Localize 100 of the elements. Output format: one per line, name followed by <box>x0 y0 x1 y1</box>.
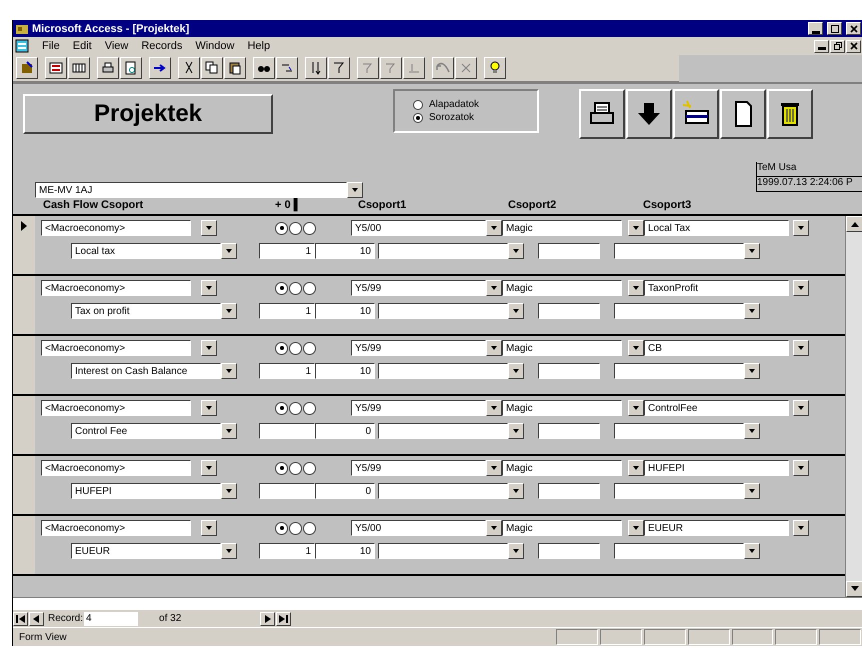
toolbar-button[interactable] <box>357 57 379 79</box>
input-field[interactable] <box>259 483 315 499</box>
dropdown-button[interactable] <box>793 280 809 296</box>
dropdown-button[interactable] <box>201 520 217 536</box>
radio-button[interactable] <box>289 462 302 474</box>
dropdown-button[interactable] <box>508 243 524 259</box>
vertical-scrollbar[interactable] <box>845 216 862 597</box>
toolbar-button[interactable] <box>720 89 766 139</box>
radio-button[interactable] <box>303 222 316 234</box>
input-field[interactable]: 1 <box>259 303 315 319</box>
menu-item[interactable]: View <box>104 40 128 52</box>
dropdown-button[interactable] <box>221 483 237 499</box>
toolbar-button[interactable] <box>16 57 38 79</box>
dropdown-button[interactable] <box>508 303 524 319</box>
next-record-button[interactable] <box>260 612 276 626</box>
input-field[interactable]: Tax on profit <box>71 303 221 319</box>
dropdown-button[interactable] <box>221 243 237 259</box>
toolbar-button[interactable] <box>68 57 90 79</box>
toolbar-button[interactable] <box>403 57 425 79</box>
dropdown-button[interactable] <box>793 460 809 476</box>
minimize-button[interactable] <box>808 22 823 35</box>
radio-button[interactable] <box>289 282 302 294</box>
input-field[interactable] <box>538 363 600 379</box>
input-field[interactable]: Local tax <box>71 243 221 259</box>
dropdown-button[interactable] <box>628 220 644 236</box>
input-field[interactable] <box>538 423 600 439</box>
projects-button[interactable]: Projektek <box>23 94 273 134</box>
dropdown-button[interactable] <box>486 400 502 416</box>
scroll-down-button[interactable] <box>846 581 862 597</box>
dropdown-button[interactable] <box>486 220 502 236</box>
input-field[interactable] <box>378 543 508 559</box>
input-field[interactable] <box>538 303 600 319</box>
toolbar-button[interactable] <box>201 57 223 79</box>
input-field[interactable]: EUEUR <box>71 543 221 559</box>
dropdown-button[interactable] <box>744 363 760 379</box>
radio-button[interactable] <box>303 402 316 414</box>
dropdown-button[interactable] <box>744 303 760 319</box>
dropdown-button[interactable] <box>201 400 217 416</box>
radio-button[interactable] <box>303 282 316 294</box>
input-field[interactable] <box>538 483 600 499</box>
input-field[interactable]: ControlFee <box>644 400 789 416</box>
dropdown-button[interactable] <box>744 423 760 439</box>
input-field[interactable] <box>378 303 508 319</box>
close-button[interactable] <box>846 22 861 35</box>
dropdown-button[interactable] <box>744 483 760 499</box>
toolbar-button[interactable] <box>626 89 672 139</box>
toolbar-button[interactable] <box>276 57 298 79</box>
dropdown-button[interactable] <box>221 303 237 319</box>
menu-item[interactable]: Records <box>141 40 182 52</box>
toolbar-button[interactable] <box>224 57 246 79</box>
menu-item[interactable]: File <box>42 40 60 52</box>
dropdown-button[interactable] <box>744 543 760 559</box>
input-field[interactable]: Y5/00 <box>351 220 486 236</box>
close-button[interactable] <box>846 40 861 52</box>
toolbar-button[interactable] <box>149 57 171 79</box>
input-field[interactable]: 10 <box>315 243 375 259</box>
dropdown-button[interactable] <box>221 423 237 439</box>
input-field[interactable]: Local Tax <box>644 220 789 236</box>
input-field[interactable]: CB <box>644 340 789 356</box>
input-field[interactable] <box>614 303 744 319</box>
input-field[interactable]: Y5/99 <box>351 400 486 416</box>
toolbar-button[interactable] <box>767 89 813 139</box>
menu-item[interactable]: Window <box>195 40 234 52</box>
toolbar-button[interactable] <box>178 57 200 79</box>
input-field[interactable]: 0 <box>315 423 375 439</box>
dropdown-button[interactable] <box>628 340 644 356</box>
dropdown-button[interactable] <box>201 280 217 296</box>
toolbar-button[interactable] <box>328 57 350 79</box>
dropdown-button[interactable] <box>486 340 502 356</box>
record-selector[interactable] <box>13 216 35 274</box>
dropdown-button[interactable] <box>793 220 809 236</box>
project-combo[interactable]: ME-MV 1AJ <box>35 182 347 198</box>
input-field[interactable] <box>614 243 744 259</box>
menu-item[interactable]: Help <box>247 40 270 52</box>
radio-button[interactable] <box>275 402 288 414</box>
radio-button[interactable] <box>303 522 316 534</box>
input-field[interactable]: Magic <box>502 220 622 236</box>
input-field[interactable]: Magic <box>502 460 622 476</box>
dropdown-button[interactable] <box>793 520 809 536</box>
input-field[interactable]: 1 <box>259 363 315 379</box>
input-field[interactable]: TaxonProfit <box>644 280 789 296</box>
input-field[interactable] <box>378 363 508 379</box>
input-field[interactable] <box>614 543 744 559</box>
input-field[interactable]: 0 <box>315 483 375 499</box>
input-field[interactable] <box>614 423 744 439</box>
input-field[interactable]: <Macroeconomy> <box>41 280 191 296</box>
dropdown-button[interactable] <box>486 460 502 476</box>
input-field[interactable] <box>538 243 600 259</box>
input-field[interactable]: 1 <box>259 243 315 259</box>
record-number-field[interactable]: 4 <box>84 612 138 626</box>
radio-button[interactable] <box>289 402 302 414</box>
minimize-button[interactable] <box>814 40 829 52</box>
input-field[interactable]: Y5/99 <box>351 340 486 356</box>
input-field[interactable] <box>378 423 508 439</box>
toolbar-button[interactable] <box>45 57 67 79</box>
toolbar-button[interactable] <box>432 57 454 79</box>
dropdown-button[interactable] <box>347 182 363 198</box>
toolbar-button[interactable] <box>120 57 142 79</box>
input-field[interactable]: <Macroeconomy> <box>41 460 191 476</box>
restore-button[interactable] <box>830 40 845 52</box>
